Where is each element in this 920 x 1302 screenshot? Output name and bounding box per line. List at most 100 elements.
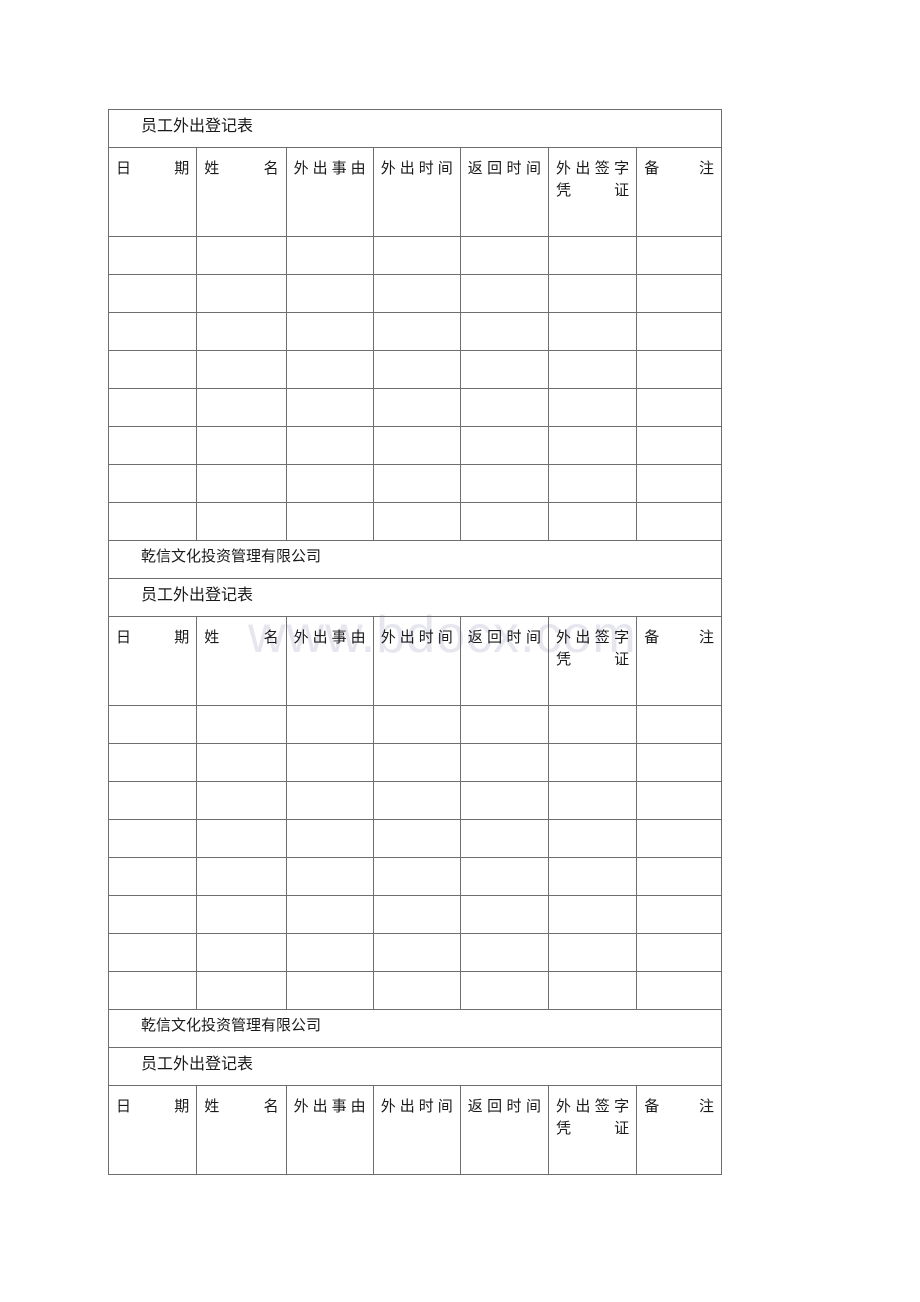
table-cell[interactable]	[459, 236, 549, 275]
table-cell[interactable]	[547, 781, 638, 820]
table-cell[interactable]	[285, 236, 374, 275]
table-cell[interactable]	[107, 705, 198, 744]
table-row[interactable]	[107, 464, 722, 503]
table-cell[interactable]	[372, 388, 461, 427]
table-row[interactable]	[107, 705, 722, 744]
table-cell[interactable]	[547, 857, 638, 896]
table-row[interactable]	[107, 312, 722, 351]
table-cell[interactable]	[372, 743, 461, 782]
table-cell[interactable]	[636, 819, 722, 858]
table-cell[interactable]	[547, 705, 638, 744]
table-cell[interactable]	[196, 502, 287, 541]
table-cell[interactable]	[285, 350, 374, 389]
table-row[interactable]	[107, 857, 722, 896]
table-cell[interactable]	[459, 895, 549, 934]
table-cell[interactable]	[107, 464, 198, 503]
table-row[interactable]	[107, 933, 722, 972]
table-cell[interactable]	[107, 971, 198, 1010]
table-cell[interactable]	[547, 743, 638, 782]
table-cell[interactable]	[459, 857, 549, 896]
table-cell[interactable]	[285, 933, 374, 972]
table-cell[interactable]	[636, 895, 722, 934]
table-cell[interactable]	[459, 426, 549, 465]
table-cell[interactable]	[459, 971, 549, 1010]
table-cell[interactable]	[107, 312, 198, 351]
table-cell[interactable]	[372, 426, 461, 465]
table-cell[interactable]	[372, 312, 461, 351]
table-cell[interactable]	[285, 705, 374, 744]
table-cell[interactable]	[372, 350, 461, 389]
table-cell[interactable]	[285, 857, 374, 896]
table-row[interactable]	[107, 426, 722, 465]
table-row[interactable]	[107, 236, 722, 275]
table-cell[interactable]	[285, 743, 374, 782]
table-cell[interactable]	[459, 743, 549, 782]
table-cell[interactable]	[547, 388, 638, 427]
table-cell[interactable]	[107, 857, 198, 896]
table-cell[interactable]	[547, 464, 638, 503]
table-cell[interactable]	[196, 895, 287, 934]
table-cell[interactable]	[459, 819, 549, 858]
table-row[interactable]	[107, 781, 722, 820]
table-cell[interactable]	[107, 426, 198, 465]
table-cell[interactable]	[459, 705, 549, 744]
table-cell[interactable]	[547, 502, 638, 541]
table-cell[interactable]	[547, 933, 638, 972]
table-cell[interactable]	[285, 312, 374, 351]
table-cell[interactable]	[196, 971, 287, 1010]
table-cell[interactable]	[547, 350, 638, 389]
table-cell[interactable]	[372, 236, 461, 275]
table-cell[interactable]	[636, 933, 722, 972]
table-cell[interactable]	[285, 502, 374, 541]
table-cell[interactable]	[107, 388, 198, 427]
table-cell[interactable]	[547, 236, 638, 275]
table-cell[interactable]	[107, 350, 198, 389]
table-cell[interactable]	[107, 781, 198, 820]
table-cell[interactable]	[107, 274, 198, 313]
table-row[interactable]	[107, 743, 722, 782]
table-row[interactable]	[107, 502, 722, 541]
table-cell[interactable]	[372, 895, 461, 934]
table-cell[interactable]	[372, 933, 461, 972]
table-cell[interactable]	[372, 857, 461, 896]
table-row[interactable]	[107, 971, 722, 1010]
table-cell[interactable]	[196, 236, 287, 275]
table-cell[interactable]	[196, 933, 287, 972]
table-cell[interactable]	[636, 502, 722, 541]
table-cell[interactable]	[636, 350, 722, 389]
table-cell[interactable]	[196, 274, 287, 313]
table-cell[interactable]	[372, 274, 461, 313]
table-cell[interactable]	[196, 705, 287, 744]
table-cell[interactable]	[285, 426, 374, 465]
table-cell[interactable]	[547, 971, 638, 1010]
table-cell[interactable]	[636, 426, 722, 465]
table-cell[interactable]	[636, 464, 722, 503]
table-cell[interactable]	[196, 743, 287, 782]
table-cell[interactable]	[285, 781, 374, 820]
table-cell[interactable]	[372, 464, 461, 503]
table-row[interactable]	[107, 819, 722, 858]
table-cell[interactable]	[459, 350, 549, 389]
table-cell[interactable]	[636, 312, 722, 351]
table-cell[interactable]	[459, 388, 549, 427]
table-cell[interactable]	[547, 819, 638, 858]
table-cell[interactable]	[285, 819, 374, 858]
table-cell[interactable]	[285, 274, 374, 313]
table-cell[interactable]	[196, 857, 287, 896]
table-cell[interactable]	[547, 274, 638, 313]
table-row[interactable]	[107, 388, 722, 427]
table-cell[interactable]	[636, 705, 722, 744]
table-cell[interactable]	[372, 819, 461, 858]
table-cell[interactable]	[459, 464, 549, 503]
table-cell[interactable]	[107, 895, 198, 934]
table-cell[interactable]	[459, 312, 549, 351]
table-cell[interactable]	[107, 819, 198, 858]
table-cell[interactable]	[459, 781, 549, 820]
table-cell[interactable]	[196, 819, 287, 858]
table-cell[interactable]	[459, 274, 549, 313]
table-cell[interactable]	[285, 895, 374, 934]
table-cell[interactable]	[547, 426, 638, 465]
table-cell[interactable]	[285, 464, 374, 503]
table-cell[interactable]	[196, 350, 287, 389]
table-cell[interactable]	[636, 743, 722, 782]
